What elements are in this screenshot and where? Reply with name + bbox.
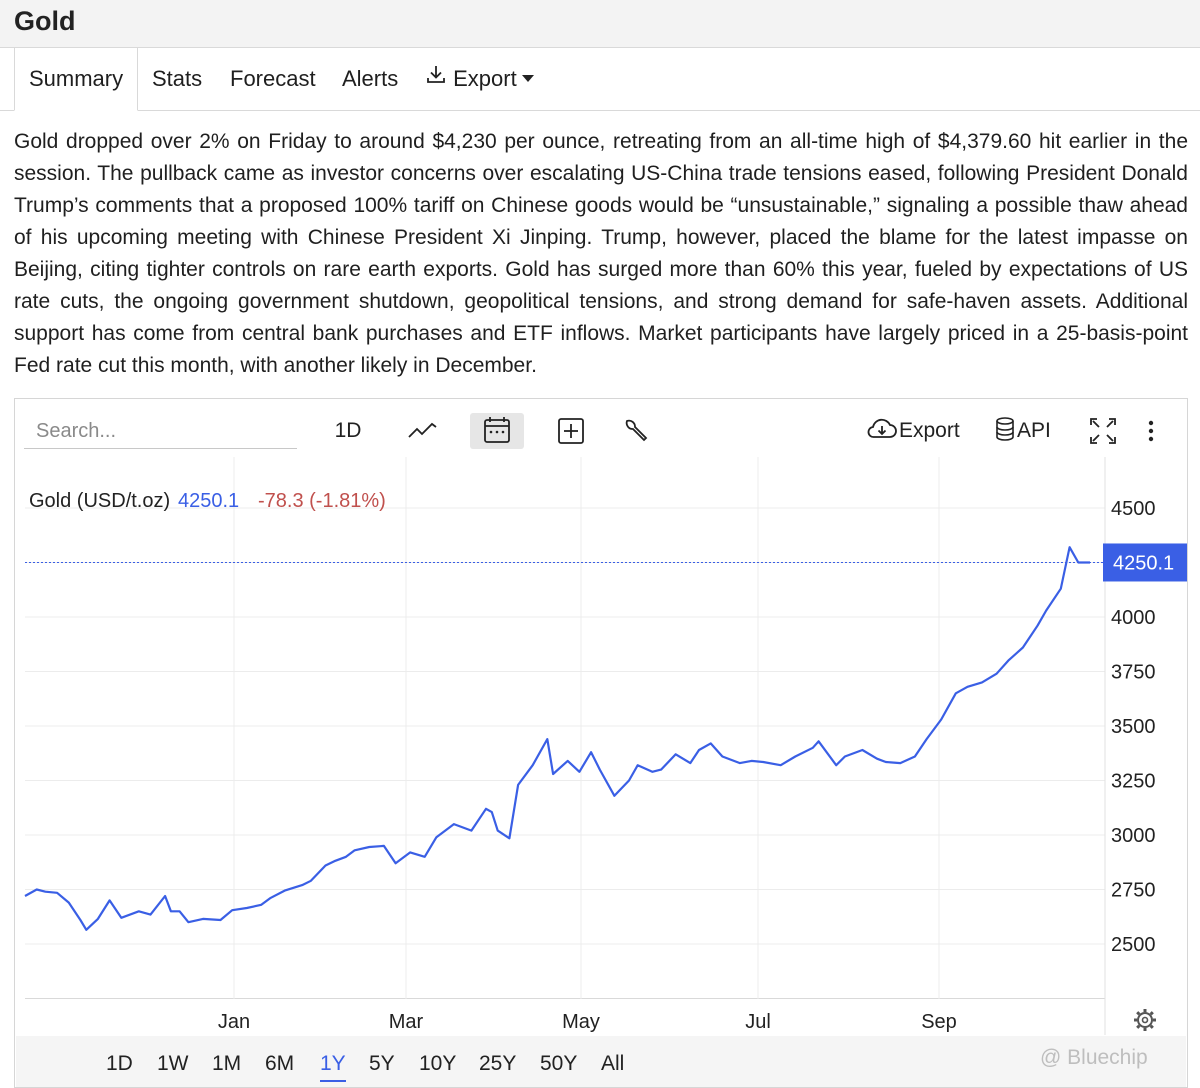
range-button-5y[interactable]: 5Y	[369, 1048, 395, 1080]
y-tick-label: 2750	[1111, 880, 1156, 902]
chevron-down-icon	[521, 74, 534, 82]
watermark: @ Bluechip	[1040, 1046, 1148, 1069]
gear-icon[interactable]	[1134, 1009, 1156, 1031]
y-tick-label: 4000	[1111, 607, 1156, 629]
x-tick-label: Mar	[389, 1011, 424, 1033]
range-button-10y[interactable]: 10Y	[419, 1048, 456, 1080]
y-tick-label: 4500	[1111, 498, 1156, 520]
legend-price: 4250.1	[178, 490, 239, 512]
y-tick-label: 3750	[1111, 662, 1156, 684]
download-icon	[425, 47, 447, 109]
price-chart: 2500 2750 3000 3250 3500 3750 4000 4500 Jan Mar Ma…	[24, 457, 1187, 1035]
tab-bar: Summary Stats Forecast Alerts Export	[0, 48, 1200, 111]
tab-summary[interactable]: Summary	[14, 48, 139, 111]
y-tick-label: 3250	[1111, 771, 1156, 793]
range-button-50y[interactable]: 50Y	[540, 1048, 577, 1080]
x-tick-label: Jan	[218, 1011, 250, 1033]
y-tick-label: 2500	[1111, 934, 1156, 956]
range-button-1w[interactable]: 1W	[157, 1048, 189, 1080]
range-button-6m[interactable]: 6M	[265, 1048, 294, 1080]
x-tick-label: Jul	[745, 1011, 771, 1033]
tab-stats[interactable]: Stats	[152, 48, 202, 110]
tab-export[interactable]: Export	[425, 48, 534, 110]
tab-alerts[interactable]: Alerts	[342, 48, 398, 110]
chart-panel: 1D Export	[14, 398, 1188, 1088]
range-selector: 1D 1W 1M 6M 1Y 5Y 10Y 25Y 50Y All	[16, 1036, 1186, 1087]
range-button-all[interactable]: All	[601, 1048, 624, 1080]
price-series-line	[24, 546, 1090, 931]
top-bar: Gold	[0, 0, 1200, 48]
y-tick-label: 3000	[1111, 825, 1156, 847]
y-tick-label: 3500	[1111, 716, 1156, 738]
range-button-1m[interactable]: 1M	[212, 1048, 241, 1080]
range-button-1y[interactable]: 1Y	[320, 1048, 346, 1082]
legend-change: -78.3 (-1.81%)	[258, 490, 386, 512]
range-button-25y[interactable]: 25Y	[479, 1048, 516, 1080]
x-tick-label: May	[562, 1011, 600, 1033]
x-tick-label: Sep	[921, 1011, 957, 1033]
tab-export-label: Export	[453, 66, 517, 91]
tab-forecast[interactable]: Forecast	[230, 48, 316, 110]
summary-paragraph: Gold dropped over 2% on Friday to around…	[14, 130, 1188, 377]
last-price-label: 4250.1	[1113, 552, 1174, 574]
page-title: Gold	[14, 6, 76, 36]
range-button-1d[interactable]: 1D	[106, 1048, 133, 1080]
legend-name: Gold (USD/t.oz)	[29, 490, 170, 512]
